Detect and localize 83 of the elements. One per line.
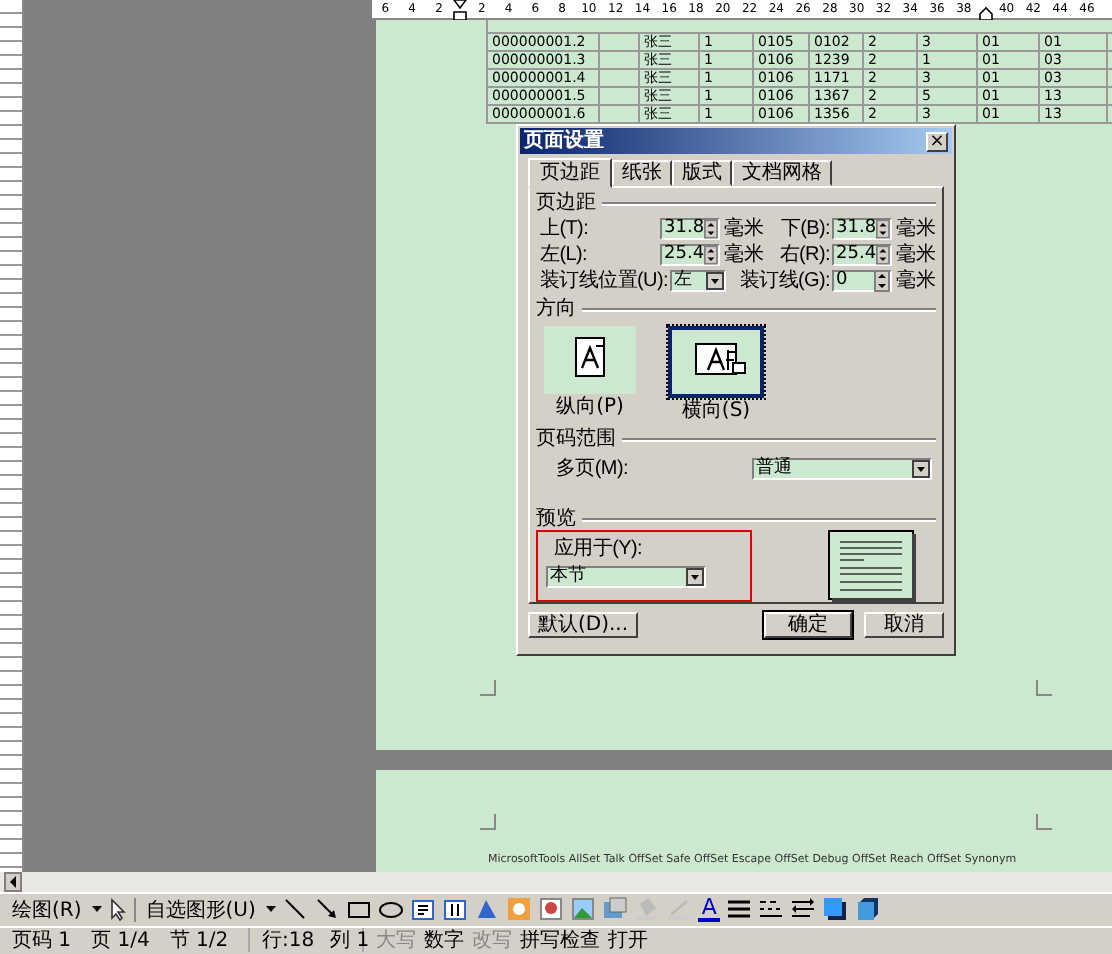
font-color-button[interactable]: A bbox=[697, 896, 721, 923]
group-heading: 页边距 bbox=[536, 193, 596, 213]
caret-icon[interactable] bbox=[91, 904, 102, 915]
spinner-icon[interactable] bbox=[874, 270, 890, 292]
tab[interactable]: 文档网格 bbox=[732, 160, 832, 186]
spin-field[interactable]: 31.8 bbox=[660, 218, 720, 240]
mouse-cursor-icon bbox=[726, 350, 746, 374]
unit-label: 毫米 bbox=[894, 245, 936, 265]
group-heading: 预览 bbox=[536, 509, 576, 529]
draw-menu[interactable]: 绘图(R) bbox=[8, 895, 86, 924]
orientation-label: 纵向(P) bbox=[556, 398, 624, 418]
status-text: 打开 bbox=[608, 927, 648, 954]
indent-marker-icon[interactable] bbox=[452, 0, 469, 19]
spin-field[interactable]: 25.4 bbox=[832, 244, 892, 266]
group-heading: 页码范围 bbox=[536, 429, 616, 449]
dialog-button[interactable]: 确定 bbox=[764, 612, 852, 638]
status-text: 数字 bbox=[424, 927, 464, 954]
crop-mark bbox=[1036, 814, 1052, 830]
field-label: 右(R): bbox=[779, 245, 832, 265]
tab[interactable]: 版式 bbox=[672, 160, 732, 186]
line-color-icon[interactable] bbox=[665, 896, 692, 923]
status-text: 节 1/2 bbox=[169, 927, 229, 954]
wordart-icon[interactable] bbox=[473, 896, 500, 923]
status-text: 行:18 bbox=[262, 928, 315, 954]
spinner-icon[interactable] bbox=[704, 244, 718, 266]
arrow-style-icon[interactable] bbox=[790, 896, 817, 923]
arrow-icon[interactable] bbox=[313, 896, 340, 923]
dash-style-icon[interactable] bbox=[758, 896, 785, 923]
field-label: 多页(M): bbox=[556, 459, 628, 479]
unit-label: 毫米 bbox=[894, 271, 936, 291]
spinner-icon[interactable] bbox=[876, 218, 890, 240]
spin-field[interactable]: 0 bbox=[832, 270, 892, 292]
line-icon[interactable] bbox=[281, 896, 308, 923]
spin-field[interactable]: 31.8 bbox=[832, 218, 892, 240]
crop-mark bbox=[480, 814, 496, 830]
field-label: 上(T): bbox=[538, 219, 591, 239]
line-style-icon[interactable] bbox=[726, 896, 753, 923]
tab[interactable]: 页边距 bbox=[528, 158, 612, 188]
field-label: 应用于(Y): bbox=[552, 540, 645, 560]
unit-label: 毫米 bbox=[722, 245, 766, 265]
shadow-icon[interactable] bbox=[822, 896, 849, 923]
status-text: 大写 bbox=[376, 927, 416, 954]
group-heading: 方向 bbox=[536, 299, 576, 319]
vertical-text-box-icon[interactable] bbox=[441, 896, 468, 923]
text-box-icon[interactable] bbox=[409, 896, 436, 923]
dropdown[interactable]: 普通 bbox=[751, 458, 932, 480]
page-preview-drawing bbox=[828, 530, 916, 602]
tab[interactable]: 纸张 bbox=[612, 160, 672, 186]
orientation-label: 横向(S) bbox=[681, 402, 751, 422]
three-d-icon[interactable] bbox=[854, 896, 881, 923]
crop-mark bbox=[1036, 680, 1052, 696]
field-label: 下(B): bbox=[780, 219, 832, 239]
orientation-button[interactable] bbox=[544, 326, 636, 394]
spinner-icon[interactable] bbox=[704, 218, 718, 240]
unit-label: 毫米 bbox=[894, 219, 936, 239]
status-text: 拼写检查 bbox=[520, 927, 600, 954]
status-text: 页 1/4 bbox=[91, 928, 150, 954]
oval-icon[interactable] bbox=[377, 896, 404, 923]
field-label: 左(L): bbox=[538, 245, 590, 265]
clip-art-icon[interactable] bbox=[537, 896, 564, 923]
field-label: 装订线(G): bbox=[739, 271, 832, 291]
pointer-icon[interactable] bbox=[107, 897, 128, 922]
window-title: 页面设置 bbox=[524, 131, 604, 151]
status-text: 列 1 bbox=[330, 928, 370, 954]
crop-mark bbox=[480, 680, 496, 696]
close-button[interactable]: × bbox=[926, 131, 948, 151]
status-text: 页码 1 bbox=[12, 928, 72, 954]
rectangle-icon[interactable] bbox=[345, 896, 372, 923]
scroll-left-icon[interactable] bbox=[4, 872, 22, 892]
fill-color-icon[interactable] bbox=[633, 896, 660, 923]
image-icon[interactable] bbox=[601, 896, 628, 923]
status-text: 改写 bbox=[472, 928, 512, 954]
spinner-icon[interactable] bbox=[876, 244, 890, 266]
dropdown[interactable]: 左 bbox=[669, 270, 726, 292]
unit-label: 毫米 bbox=[722, 219, 766, 239]
caret-icon[interactable] bbox=[265, 904, 276, 915]
spin-field[interactable]: 25.4 bbox=[660, 244, 720, 266]
dropdown[interactable]: 本节 bbox=[546, 566, 706, 588]
autoshapes-menu[interactable]: 自选图形(U) bbox=[141, 895, 260, 924]
dialog-button[interactable]: 取消 bbox=[864, 612, 944, 638]
field-label: 装订线位置(U): bbox=[538, 271, 670, 291]
orientation-button[interactable] bbox=[668, 326, 764, 398]
dialog-button[interactable]: 默认(D)... bbox=[528, 612, 639, 638]
